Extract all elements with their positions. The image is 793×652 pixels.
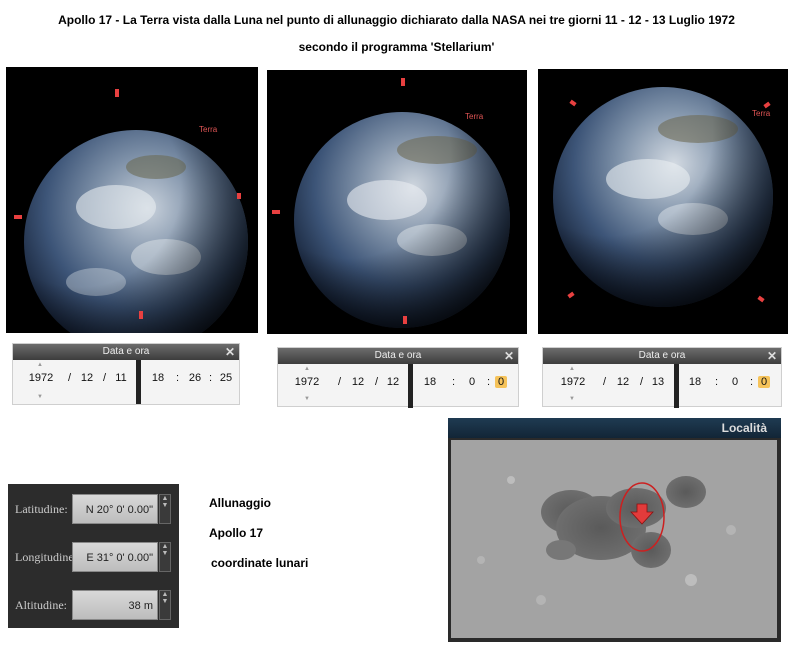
datetime-panel-1: Data e ora ✕ ▲ ▼ 1972 / 12 / 11 18 : 26 … bbox=[12, 343, 240, 405]
month-field[interactable]: 12 bbox=[348, 376, 368, 388]
longitude-spinner-icon[interactable]: ▲ ▼ bbox=[159, 542, 171, 572]
altitude-spinner-icon[interactable]: ▲ ▼ bbox=[159, 590, 171, 620]
spin-up-icon[interactable]: ▲ bbox=[304, 366, 310, 372]
year-field[interactable]: 1972 bbox=[27, 372, 55, 384]
altitude-field[interactable]: 38 m bbox=[72, 590, 158, 620]
close-icon[interactable]: ✕ bbox=[504, 348, 514, 364]
datetime-panel-3: Data e ora ✕ ▲ ▼ 1972 / 12 / 13 18 : 0 :… bbox=[542, 347, 782, 408]
day-field[interactable]: 13 bbox=[648, 376, 668, 388]
latitude-spinner-icon[interactable]: ▲ ▼ bbox=[159, 494, 171, 524]
day-field[interactable]: 11 bbox=[111, 372, 131, 384]
spin-down-icon[interactable]: ▼ bbox=[37, 394, 43, 400]
day-field[interactable]: 12 bbox=[383, 376, 403, 388]
page-title: Apollo 17 - La Terra vista dalla Luna ne… bbox=[58, 13, 735, 27]
minute-field[interactable]: 0 bbox=[725, 376, 745, 388]
spin-down-icon[interactable]: ▼ bbox=[304, 396, 310, 402]
earth-globe-1 bbox=[14, 89, 248, 333]
datetime-panel-header: Data e ora ✕ bbox=[13, 344, 239, 360]
hour-field[interactable]: 18 bbox=[685, 376, 705, 388]
planet-label-2: Terra bbox=[465, 112, 484, 121]
info-coordinates: coordinate lunari bbox=[211, 556, 309, 570]
minute-field[interactable]: 26 bbox=[185, 372, 205, 384]
hour-field[interactable]: 18 bbox=[420, 376, 440, 388]
latitude-field[interactable]: N 20° 0' 0.00" bbox=[72, 494, 158, 524]
second-field[interactable]: 0 bbox=[495, 376, 507, 388]
earth-globe-2 bbox=[272, 78, 510, 328]
location-panel-title: Località bbox=[721, 421, 767, 435]
hour-field[interactable]: 18 bbox=[148, 372, 168, 384]
spin-up-icon[interactable]: ▲ bbox=[569, 366, 575, 372]
spin-up-icon[interactable]: ▲ bbox=[37, 362, 43, 368]
month-field[interactable]: 12 bbox=[613, 376, 633, 388]
spin-down-icon[interactable]: ▼ bbox=[569, 396, 575, 402]
info-mission: Apollo 17 bbox=[209, 526, 264, 540]
close-icon[interactable]: ✕ bbox=[767, 348, 777, 364]
longitude-field[interactable]: E 31° 0' 0.00" bbox=[72, 542, 158, 572]
second-field[interactable]: 25 bbox=[216, 372, 236, 384]
datetime-panel-title: Data e ora bbox=[374, 350, 422, 361]
datetime-panel-header: Data e ora ✕ bbox=[543, 348, 781, 364]
location-panel-header: Località bbox=[448, 418, 781, 438]
panel-divider bbox=[408, 364, 413, 408]
planet-label-3: Terra bbox=[752, 109, 771, 118]
page-subtitle: secondo il programma 'Stellarium' bbox=[298, 40, 495, 54]
year-field[interactable]: 1972 bbox=[559, 376, 587, 388]
earth-view-2: Terra bbox=[267, 70, 527, 334]
altitude-label: Altitudine: bbox=[15, 598, 67, 612]
panel-divider bbox=[136, 360, 141, 404]
planet-label-1: Terra bbox=[199, 125, 218, 134]
datetime-panel-title: Data e ora bbox=[638, 350, 686, 361]
datetime-panel-title: Data e ora bbox=[102, 346, 150, 357]
info-landing: Allunaggio bbox=[209, 496, 271, 510]
month-field[interactable]: 12 bbox=[77, 372, 97, 384]
minute-field[interactable]: 0 bbox=[462, 376, 482, 388]
panel-divider bbox=[674, 364, 679, 408]
earth-view-1: Terra bbox=[6, 67, 258, 333]
earth-view-3: Terra bbox=[538, 69, 788, 334]
coordinates-panel: Latitudine: N 20° 0' 0.00" ▲ ▼ Longitudin… bbox=[8, 484, 179, 628]
datetime-panel-2: Data e ora ✕ ▲ ▼ 1972 / 12 / 12 18 : 0 :… bbox=[277, 347, 519, 408]
earth-globe-3 bbox=[553, 87, 773, 307]
longitude-label: Longitudine: bbox=[15, 550, 77, 564]
second-field[interactable]: 0 bbox=[758, 376, 770, 388]
year-field[interactable]: 1972 bbox=[293, 376, 321, 388]
moon-map[interactable] bbox=[451, 440, 777, 638]
location-panel: Località bbox=[448, 418, 781, 642]
latitude-label: Latitudine: bbox=[15, 502, 68, 516]
close-icon[interactable]: ✕ bbox=[225, 344, 235, 360]
datetime-panel-header: Data e ora ✕ bbox=[278, 348, 518, 364]
